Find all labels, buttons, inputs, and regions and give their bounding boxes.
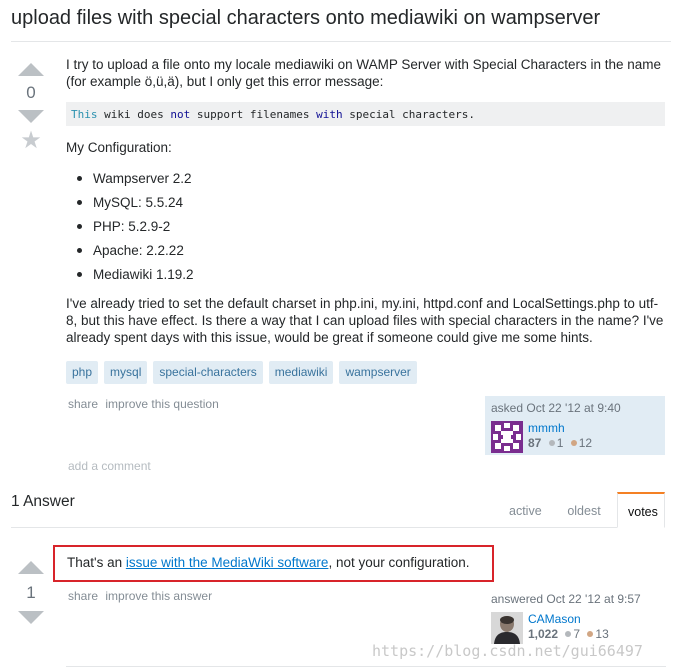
answer-text-before: That's an (67, 555, 126, 570)
asker-avatar[interactable] (491, 421, 523, 453)
tab-oldest[interactable]: oldest (551, 492, 617, 528)
improve-question-link[interactable]: improve this question (105, 397, 218, 411)
share-link[interactable]: share (68, 397, 98, 411)
answer-vote-count: 1 (26, 583, 36, 602)
silver-badge-icon (565, 631, 572, 637)
tag-list: php mysql special-characters mediawiki w… (66, 361, 417, 384)
tag-wampserver[interactable]: wampserver (339, 361, 417, 384)
blog-watermark: https://blog.csdn.net/gui66497 (372, 642, 643, 660)
answers-count: 1 Answer (11, 493, 75, 510)
tag-special-characters[interactable]: special-characters (153, 361, 263, 384)
question-vote-count: 0 (26, 83, 36, 102)
favorite-star-icon[interactable]: ★ (17, 129, 45, 153)
config-item: Mediawiki 1.19.2 (76, 266, 194, 290)
answered-time: answered Oct 22 '12 at 9:57 (491, 592, 641, 606)
add-comment-link[interactable]: add a comment (68, 459, 151, 473)
bronze-badge-icon (587, 631, 594, 637)
config-item: Apache: 2.2.22 (76, 242, 194, 266)
answer-post-menu: share improve this answer (68, 589, 212, 603)
config-heading: My Configuration: (66, 140, 172, 155)
share-link[interactable]: share (68, 589, 98, 603)
silver-badge-icon (548, 440, 555, 446)
config-item: PHP: 5.2.9-2 (76, 218, 194, 242)
title-divider (11, 41, 671, 42)
upvote-arrow-icon[interactable] (18, 561, 44, 574)
answerer-reputation: 1,022 (528, 627, 559, 641)
menu-separator (100, 589, 103, 603)
silver-badge-count: 1 (556, 436, 564, 450)
downvote-arrow-icon[interactable] (18, 611, 44, 624)
upvote-arrow-icon[interactable] (18, 63, 44, 76)
answer-sort-tabs: active oldest votes (499, 492, 665, 528)
bronze-badge-icon (570, 440, 577, 446)
downvote-arrow-icon[interactable] (18, 110, 44, 123)
bronze-badge-count: 13 (595, 627, 609, 641)
asker-name[interactable]: mmmh (528, 421, 592, 436)
silver-badge-count: 7 (573, 627, 581, 641)
asker-user-card: asked Oct 22 '12 at 9:40 mmmh 87 1 12 (485, 396, 665, 455)
code-token: not (170, 108, 191, 121)
tab-active[interactable]: active (499, 492, 551, 528)
answer-bottom-divider (66, 666, 666, 667)
answerer-name[interactable]: CAMason (528, 612, 609, 627)
bronze-badge-count: 12 (578, 436, 593, 450)
answerer-avatar[interactable] (491, 612, 523, 644)
question-post-menu: share improve this question (68, 397, 219, 411)
answerer-user-card: answered Oct 22 '12 at 9:57 CAMason 1,02… (485, 588, 665, 645)
answer-text-highlight: That's an issue with the MediaWiki softw… (53, 545, 494, 582)
asked-time: asked Oct 22 '12 at 9:40 (491, 401, 621, 415)
improve-answer-link[interactable]: improve this answer (105, 589, 212, 603)
question-intro: I try to upload a file onto my locale me… (66, 57, 662, 89)
tag-mysql[interactable]: mysql (104, 361, 148, 384)
code-token: support filenames (190, 108, 317, 121)
code-token: with (316, 108, 343, 121)
question-title[interactable]: upload files with special characters ont… (11, 7, 600, 30)
mediawiki-issue-link[interactable]: issue with the MediaWiki software (126, 555, 329, 570)
question-body-end: I've already tried to set the default ch… (66, 296, 664, 345)
error-code-block: This wiki does not support filenames wit… (66, 102, 665, 126)
asker-reputation: 87 (528, 436, 542, 450)
tag-mediawiki[interactable]: mediawiki (268, 361, 334, 384)
config-item: Wampserver 2.2 (76, 170, 194, 194)
tab-votes[interactable]: votes (617, 492, 665, 528)
config-list: Wampserver 2.2 MySQL: 5.5.24 PHP: 5.2.9-… (76, 170, 194, 290)
answer-text-after: , not your configuration. (328, 555, 470, 570)
code-token: wiki does (97, 108, 171, 121)
config-item: MySQL: 5.5.24 (76, 194, 194, 218)
tag-php[interactable]: php (66, 361, 99, 384)
menu-separator (100, 397, 103, 411)
code-token: This (71, 108, 98, 121)
code-token: special characters. (342, 108, 476, 121)
question-vote-cell: 0 ★ (17, 63, 45, 153)
answer-vote-cell: 1 (17, 561, 45, 624)
